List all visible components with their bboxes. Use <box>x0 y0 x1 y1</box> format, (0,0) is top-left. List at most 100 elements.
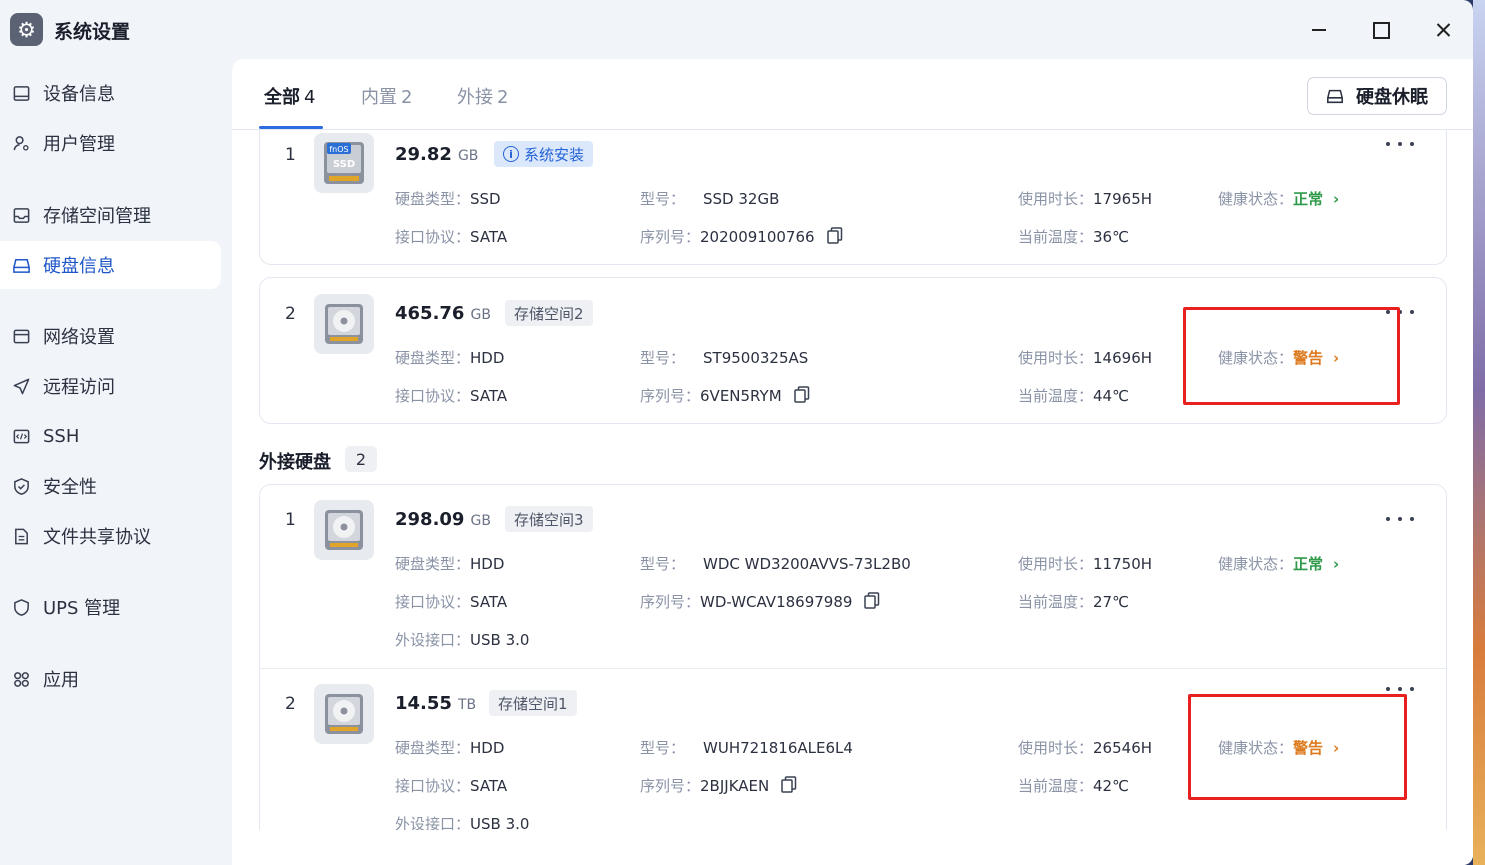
capacity-unit: GB <box>457 148 479 164</box>
field-label: 序列号： <box>640 593 701 611</box>
health-status: 正常 <box>1293 555 1324 573</box>
sidebar-item-file-sharing[interactable]: 文件共享协议 <box>0 512 221 560</box>
disk-temperature: 当前温度：27℃ <box>1018 591 1129 612</box>
disk-interface: 接口协议：SATA <box>395 775 507 796</box>
field-value: SATA <box>470 593 508 611</box>
sidebar-item-apps[interactable]: 应用 <box>0 655 221 703</box>
field-label: 硬盘类型： <box>395 190 471 208</box>
tab-count: 2 <box>497 87 509 108</box>
sidebar-item-network[interactable]: 网络设置 <box>0 312 221 360</box>
health-status: 正常 <box>1293 190 1324 208</box>
capacity-value: 465.76 <box>395 303 465 324</box>
copy-icon[interactable] <box>793 386 810 407</box>
field-value: HDD <box>470 349 505 367</box>
field-value: WD-WCAV18697989 <box>700 593 853 611</box>
field-value: 26546H <box>1093 739 1153 757</box>
copy-icon[interactable] <box>826 227 843 248</box>
sidebar-item-label: SSH <box>43 425 80 447</box>
chevron-right-icon: › <box>1333 190 1340 208</box>
disk-hours: 使用时长：11750H <box>1018 553 1152 574</box>
field-label: 使用时长： <box>1018 349 1094 367</box>
field-value: USB 3.0 <box>470 815 530 830</box>
field-label: 接口协议： <box>395 777 471 795</box>
field-label: 外设接口： <box>395 631 471 649</box>
disk-index: 1 <box>285 510 296 530</box>
hdd-icon <box>314 294 374 354</box>
tab-external[interactable]: 外接 2 <box>457 83 508 109</box>
copy-icon[interactable] <box>781 776 797 797</box>
field-value: 6VEN5RYM <box>700 387 782 405</box>
storage-pool-badge: 存储空间1 <box>489 690 577 716</box>
capacity-value: 29.82 <box>395 144 452 165</box>
minimize-button[interactable] <box>1303 14 1335 46</box>
shield-icon <box>11 597 31 617</box>
field-label: 硬盘类型： <box>395 349 471 367</box>
field-value: 44℃ <box>1093 387 1129 405</box>
disk-interface: 接口协议：SATA <box>395 591 507 612</box>
sidebar-item-storage[interactable]: 存储空间管理 <box>0 191 221 239</box>
disk-capacity: 14.55 TB <box>395 693 476 714</box>
field-value: SATA <box>470 228 508 246</box>
shield-check-icon <box>11 476 31 496</box>
field-label: 健康状态： <box>1218 555 1294 573</box>
disk-hours: 使用时长：14696H <box>1018 347 1152 368</box>
field-label: 型号： <box>640 555 686 573</box>
disk-type: 硬盘类型：HDD <box>395 347 504 368</box>
sidebar-item-device-info[interactable]: 设备信息 <box>0 69 221 117</box>
disk-capacity: 29.82 GB <box>395 144 478 165</box>
storage-pool-badge: 存储空间2 <box>505 300 593 326</box>
tab-internal[interactable]: 内置 2 <box>361 83 412 109</box>
disk-hours: 使用时长：26546H <box>1018 737 1152 758</box>
ssd-label-text: SSD <box>333 159 355 170</box>
sidebar-item-ups[interactable]: UPS 管理 <box>0 583 221 631</box>
device-icon <box>11 83 31 103</box>
badge-label: 存储空间1 <box>498 694 568 713</box>
field-value: SATA <box>470 387 508 405</box>
more-options-button[interactable] <box>1386 137 1414 151</box>
document-icon <box>11 526 31 546</box>
sidebar-item-users[interactable]: 用户管理 <box>0 119 221 167</box>
field-label: 当前温度： <box>1018 387 1094 405</box>
more-options-button[interactable] <box>1386 512 1414 526</box>
disk-health[interactable]: 健康状态：正常 › <box>1218 188 1339 209</box>
sidebar-item-label: 远程访问 <box>43 377 115 398</box>
sidebar-item-disk-info[interactable]: 硬盘信息 <box>0 241 221 289</box>
sidebar-item-label: 设备信息 <box>43 84 115 105</box>
disk-index: 2 <box>285 694 296 714</box>
external-disks-count: 2 <box>345 446 377 472</box>
field-label: 型号： <box>640 739 686 757</box>
sidebar-item-remote-access[interactable]: 远程访问 <box>0 362 221 410</box>
sidebar-item-security[interactable]: 安全性 <box>0 462 221 510</box>
field-value: 42℃ <box>1093 777 1129 795</box>
disk-model: 型号： WDC WD3200AVVS-73L2B0 <box>640 553 911 574</box>
field-value: SATA <box>470 777 508 795</box>
disk-serial: 序列号：202009100766 <box>640 226 843 248</box>
tab-all[interactable]: 全部 4 <box>264 83 315 109</box>
tab-count: 2 <box>401 87 413 108</box>
capacity-unit: GB <box>470 307 491 323</box>
disk-model: 型号： WUH721816ALE6L4 <box>640 737 853 758</box>
field-label: 接口协议： <box>395 228 471 246</box>
field-label: 当前温度： <box>1018 228 1094 246</box>
field-value: 11750H <box>1093 555 1153 573</box>
field-value: WDC WD3200AVVS-73L2B0 <box>703 555 911 573</box>
disk-row: 1 298.09 GB 存储空间3 硬盘类型：HDD 型号： WDC WD3200A… <box>260 485 1446 668</box>
field-value: USB 3.0 <box>470 631 530 649</box>
disk-capacity: 298.09 GB <box>395 509 491 530</box>
capacity-value: 14.55 <box>395 693 452 714</box>
close-button[interactable] <box>1427 14 1459 46</box>
disk-health[interactable]: 健康状态：正常 › <box>1218 553 1339 574</box>
maximize-button[interactable] <box>1365 14 1397 46</box>
sidebar-item-ssh[interactable]: SSH <box>0 412 221 460</box>
field-value: 17965H <box>1093 190 1153 208</box>
field-label: 外设接口： <box>395 815 471 830</box>
badge-label: 存储空间3 <box>514 510 584 529</box>
disk-temperature: 当前温度：36℃ <box>1018 226 1129 247</box>
field-value: WUH721816ALE6L4 <box>703 739 853 757</box>
disk-sleep-button[interactable]: 硬盘休眠 <box>1307 77 1447 115</box>
storage-icon <box>11 205 31 225</box>
copy-icon[interactable] <box>864 592 880 613</box>
field-label: 接口协议： <box>395 387 471 405</box>
send-icon <box>11 376 31 396</box>
disk-row: 1 fnOS SSD 29.82 GB i 系统安装 硬盘类型：SSD 型号： … <box>260 130 1446 266</box>
